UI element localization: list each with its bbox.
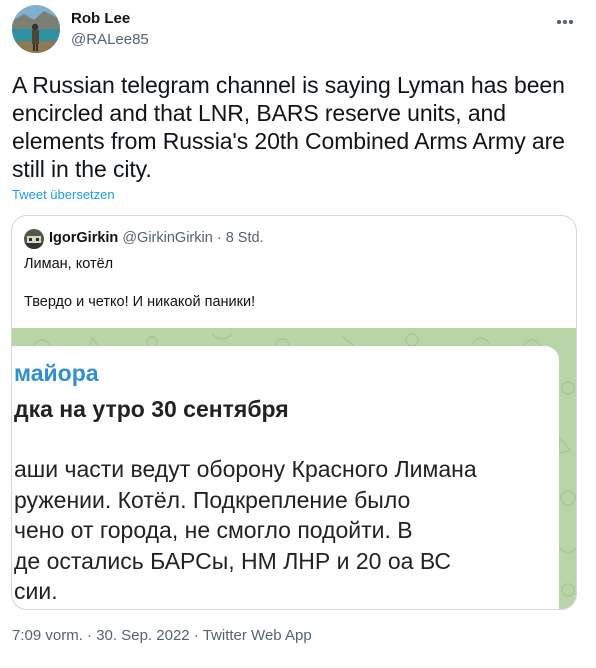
more-options-icon[interactable] [554, 13, 576, 31]
tweet-date[interactable]: 30. Sep. 2022 [96, 627, 189, 644]
tweet-text: A Russian telegram channel is saying Lym… [12, 72, 565, 182]
quoted-timestamp[interactable]: 8 Std. [226, 230, 264, 246]
quoted-header: IgorGirkin @GirkinGirkin · 8 Std. [49, 230, 264, 246]
image-title-text: дка на утро 30 сентября [14, 396, 289, 422]
tweet-source[interactable]: Twitter Web App [203, 627, 312, 644]
more-dot [563, 20, 567, 24]
quoted-avatar-image [24, 229, 44, 249]
quoted-media-image[interactable]: майора дка на утро 30 сентября аши части… [12, 328, 576, 609]
more-dot [569, 20, 573, 24]
quoted-author-name[interactable]: IgorGirkin [49, 230, 118, 246]
tweet: Rob Lee @RALee85 A Russian telegram chan… [0, 0, 596, 668]
author-handle[interactable]: @RALee85 [71, 31, 149, 48]
image-header-text: майора [14, 360, 99, 386]
meta-separator: · [87, 627, 93, 644]
tweet-time[interactable]: 7:09 vorm. [12, 627, 83, 644]
author-name[interactable]: Rob Lee [71, 10, 130, 27]
meta-separator: · [193, 627, 199, 644]
quoted-text-line2: Твердо и четко! И никакой паники! [24, 294, 256, 310]
more-dot [557, 20, 561, 24]
telegram-message-card: майора дка на утро 30 сентября аши части… [12, 346, 559, 609]
translate-tweet-link[interactable]: Tweet übersetzen [12, 187, 115, 202]
tweet-metadata: 7:09 vorm. · 30. Sep. 2022 · Twitter Web… [12, 627, 312, 644]
quoted-avatar[interactable] [24, 229, 44, 249]
quoted-text-line1: Лиман, котёл [24, 256, 114, 272]
image-body-text: аши части ведут оборону Красного Лимана … [14, 456, 477, 604]
quoted-author-handle[interactable]: @GirkinGirkin [122, 230, 212, 246]
author-avatar[interactable] [12, 5, 60, 53]
author-avatar-image [12, 5, 60, 53]
quoted-tweet[interactable]: IgorGirkin @GirkinGirkin · 8 Std. Лиман,… [11, 215, 577, 610]
quoted-separator: · [216, 230, 222, 246]
